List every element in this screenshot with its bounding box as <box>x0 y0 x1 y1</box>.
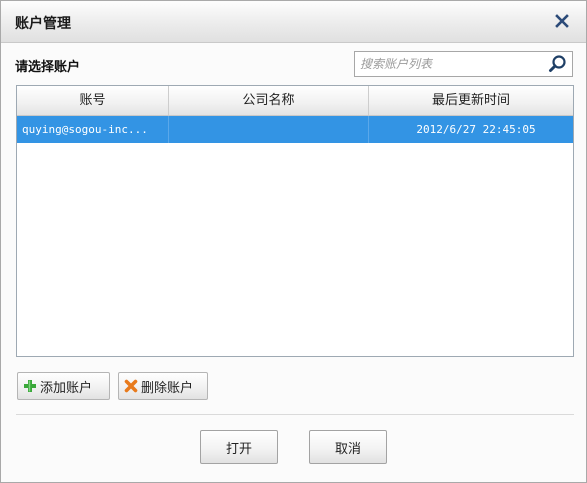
open-button[interactable]: 打开 <box>200 430 278 464</box>
cell-company <box>169 116 369 143</box>
title-bar[interactable]: 账户管理 <box>1 1 586 43</box>
search-input[interactable] <box>355 52 545 76</box>
accounts-table: 账号 公司名称 最后更新时间 quying@sogou-inc... 2012/… <box>16 85 574 357</box>
delete-account-label: 删除账户 <box>141 380 194 396</box>
column-header-company[interactable]: 公司名称 <box>169 86 369 115</box>
close-button[interactable] <box>550 9 574 33</box>
table-header: 账号 公司名称 最后更新时间 <box>17 86 573 116</box>
search-button[interactable] <box>546 53 570 75</box>
add-account-button[interactable]: 添加账户 <box>17 372 110 400</box>
delete-x-icon <box>123 378 139 394</box>
footer-divider <box>16 414 574 415</box>
plus-icon <box>22 378 38 394</box>
table-row[interactable]: quying@sogou-inc... 2012/6/27 22:45:05 <box>17 116 573 143</box>
search-box <box>354 51 573 77</box>
close-icon <box>555 14 569 28</box>
column-header-updated[interactable]: 最后更新时间 <box>369 86 573 115</box>
dialog-title: 账户管理 <box>15 16 71 32</box>
select-account-label: 请选择账户 <box>15 60 81 75</box>
search-icon <box>549 55 566 72</box>
delete-account-button[interactable]: 删除账户 <box>118 372 208 400</box>
cancel-button[interactable]: 取消 <box>309 430 387 464</box>
cell-account: quying@sogou-inc... <box>17 116 169 143</box>
account-manager-dialog: 账户管理 请选择账户 账号 公司名称 最后更新时间 quying@sogou-i… <box>0 0 587 483</box>
add-account-label: 添加账户 <box>40 380 93 396</box>
column-header-account[interactable]: 账号 <box>17 86 169 115</box>
cell-updated: 2012/6/27 22:45:05 <box>416 123 536 136</box>
